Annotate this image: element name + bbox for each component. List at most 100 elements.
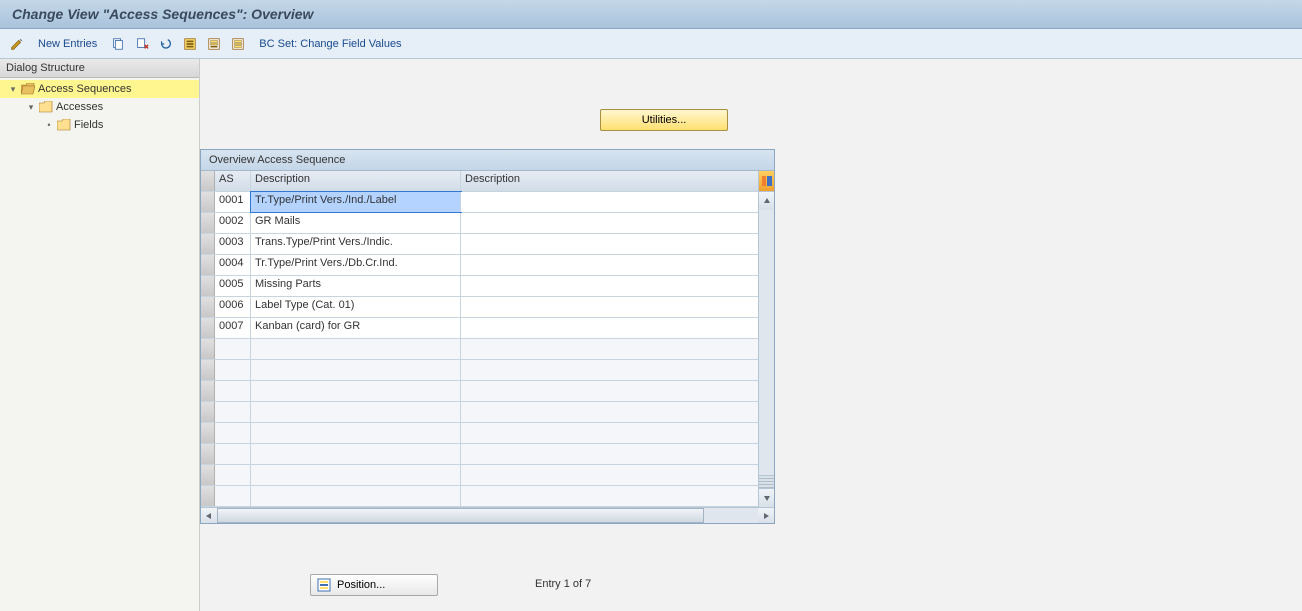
- scroll-down-icon[interactable]: [759, 489, 774, 507]
- utilities-button-label: Utilities...: [642, 114, 687, 126]
- h-scroll-track[interactable]: [217, 508, 758, 523]
- tree-item-access-sequences[interactable]: ▾Access Sequences: [0, 80, 199, 98]
- row-selector[interactable]: [201, 255, 215, 275]
- deselect-all-icon[interactable]: [227, 34, 249, 54]
- row-selector: [201, 171, 215, 191]
- row-selector[interactable]: [201, 234, 215, 254]
- table-empty-row[interactable]: [201, 423, 758, 444]
- row-selector[interactable]: [201, 318, 215, 338]
- scroll-track[interactable]: [759, 210, 774, 475]
- utilities-button[interactable]: Utilities...: [600, 109, 728, 131]
- cell-description-1[interactable]: Tr.Type/Print Vers./Ind./Label: [251, 192, 461, 212]
- row-selector[interactable]: [201, 381, 215, 401]
- vertical-scrollbar: [758, 171, 774, 507]
- toggle-display-change-icon[interactable]: [6, 34, 28, 54]
- tree-item-label: Fields: [74, 119, 103, 131]
- select-all-icon[interactable]: [179, 34, 201, 54]
- scroll-page-down-icon[interactable]: [759, 475, 774, 489]
- table-empty-row[interactable]: [201, 465, 758, 486]
- tree-toggle-icon[interactable]: ▾: [26, 102, 36, 113]
- cell-as: 0005: [215, 276, 251, 296]
- table-row[interactable]: 0001Tr.Type/Print Vers./Ind./Label: [201, 192, 758, 213]
- cell-as: 0003: [215, 234, 251, 254]
- table-row[interactable]: 0003Trans.Type/Print Vers./Indic.: [201, 234, 758, 255]
- table-empty-row[interactable]: [201, 486, 758, 507]
- row-selector[interactable]: [201, 339, 215, 359]
- position-button[interactable]: Position...: [310, 574, 438, 596]
- tree-item-accesses[interactable]: ▾ Accesses: [0, 98, 199, 116]
- cell-description-2: [461, 402, 758, 422]
- cell-description-1: [251, 423, 461, 443]
- cell-description-2: [461, 234, 758, 254]
- tree-toggle-icon[interactable]: ▾: [8, 84, 18, 95]
- h-scroll-thumb[interactable]: [217, 508, 704, 523]
- overview-grid: ASDescriptionDescription0001Tr.Type/Prin…: [201, 171, 758, 507]
- tree-item-label: Accesses: [56, 101, 103, 113]
- table-empty-row[interactable]: [201, 339, 758, 360]
- cell-description-1: Description: [251, 171, 461, 191]
- cell-description-1[interactable]: Missing Parts: [251, 276, 461, 296]
- cell-description-1[interactable]: GR Mails: [251, 213, 461, 233]
- scroll-left-icon[interactable]: [201, 508, 217, 523]
- page-title: Change View "Access Sequences": Overview: [12, 6, 1290, 22]
- tree-item-fields[interactable]: • Fields: [0, 116, 199, 134]
- cell-description-2: [461, 486, 758, 506]
- row-selector[interactable]: [201, 402, 215, 422]
- scroll-up-icon[interactable]: [759, 192, 774, 210]
- cell-description-1: [251, 381, 461, 401]
- tree-toggle-icon[interactable]: •: [44, 120, 54, 130]
- cell-description-1[interactable]: Label Type (Cat. 01): [251, 297, 461, 317]
- cell-as: 0007: [215, 318, 251, 338]
- cell-as: [215, 423, 251, 443]
- delete-icon[interactable]: [131, 34, 153, 54]
- table-row[interactable]: 0007Kanban (card) for GR: [201, 318, 758, 339]
- scroll-right-icon[interactable]: [758, 508, 774, 523]
- bc-set-button[interactable]: BC Set: Change Field Values: [251, 38, 409, 50]
- row-selector[interactable]: [201, 276, 215, 296]
- cell-as: 0002: [215, 213, 251, 233]
- cell-description-1[interactable]: Tr.Type/Print Vers./Db.Cr.Ind.: [251, 255, 461, 275]
- row-selector[interactable]: [201, 192, 215, 212]
- table-empty-row[interactable]: [201, 402, 758, 423]
- cell-description-1: [251, 402, 461, 422]
- new-entries-button[interactable]: New Entries: [30, 38, 105, 50]
- copy-as-icon[interactable]: [107, 34, 129, 54]
- table-title: Overview Access Sequence: [201, 150, 774, 171]
- undo-change-icon[interactable]: [155, 34, 177, 54]
- title-bar: Change View "Access Sequences": Overview: [0, 0, 1302, 29]
- table-settings-icon[interactable]: [759, 171, 774, 192]
- table-header-row: ASDescriptionDescription: [201, 171, 758, 192]
- cell-description-1[interactable]: Trans.Type/Print Vers./Indic.: [251, 234, 461, 254]
- row-selector[interactable]: [201, 297, 215, 317]
- cell-description-2: [461, 444, 758, 464]
- row-selector[interactable]: [201, 465, 215, 485]
- table-empty-row[interactable]: [201, 381, 758, 402]
- cell-description-2: [461, 213, 758, 233]
- table-empty-row[interactable]: [201, 444, 758, 465]
- cell-as: [215, 444, 251, 464]
- table-row[interactable]: 0005Missing Parts: [201, 276, 758, 297]
- table-row[interactable]: 0006Label Type (Cat. 01): [201, 297, 758, 318]
- table-row[interactable]: 0002GR Mails: [201, 213, 758, 234]
- row-selector[interactable]: [201, 213, 215, 233]
- row-selector[interactable]: [201, 486, 215, 506]
- cell-as: [215, 402, 251, 422]
- cell-description-1: [251, 486, 461, 506]
- cell-description-1[interactable]: Kanban (card) for GR: [251, 318, 461, 338]
- table-empty-row[interactable]: [201, 360, 758, 381]
- cell-description-1: [251, 444, 461, 464]
- table-row[interactable]: 0004Tr.Type/Print Vers./Db.Cr.Ind.: [201, 255, 758, 276]
- overview-table-panel: Overview Access Sequence ASDescriptionDe…: [200, 149, 775, 524]
- cell-description-1: [251, 339, 461, 359]
- cell-description-2: [461, 192, 758, 212]
- dialog-structure-sidebar: Dialog Structure ▾Access Sequences▾Acces…: [0, 59, 200, 611]
- select-block-icon[interactable]: [203, 34, 225, 54]
- main-area: www.tutorialkart.com Utilities... Overvi…: [200, 59, 1302, 611]
- folder-closed-icon: [39, 101, 53, 113]
- row-selector[interactable]: [201, 360, 215, 380]
- row-selector[interactable]: [201, 423, 215, 443]
- cell-as: [215, 486, 251, 506]
- cell-description-2: Description: [461, 171, 758, 191]
- entry-status: Entry 1 of 7: [535, 578, 591, 590]
- row-selector[interactable]: [201, 444, 215, 464]
